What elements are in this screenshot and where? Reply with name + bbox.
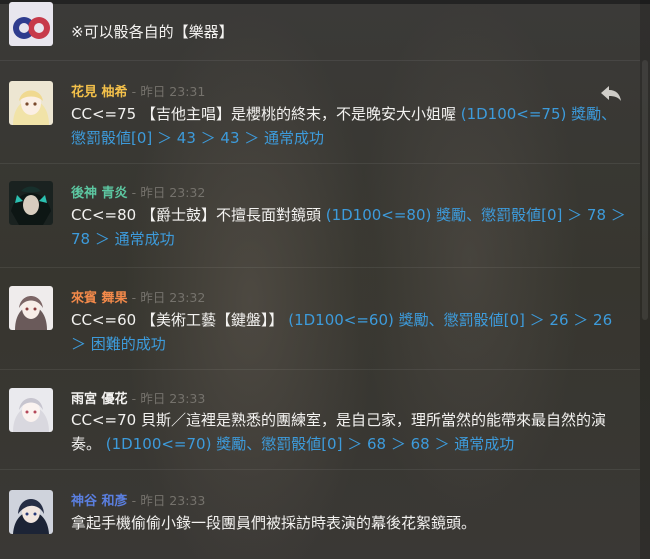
message-body: CC<=80 【爵士鼓】不擅長面對鏡頭 (1D100<=80) 獎勵、懲罰骰値[… — [71, 203, 627, 251]
header-separator: - — [131, 84, 137, 99]
avatar[interactable] — [9, 490, 53, 534]
timestamp[interactable]: 昨日 23:32 — [140, 290, 205, 305]
message-text: 拿起手機偷偷小錄一段團員們被採訪時表演的幕後花絮鏡頭。 — [71, 514, 477, 532]
message-body: ※可以骰各自的【樂器】 — [71, 23, 234, 41]
timestamp[interactable]: 昨日 23:32 — [140, 185, 205, 200]
timestamp[interactable]: 昨日 23:33 — [140, 391, 205, 406]
scrollbar[interactable] — [640, 0, 650, 559]
message-text: CC<=60 【美術工藝【鍵盤】】 — [71, 311, 289, 329]
reply-icon[interactable] — [598, 83, 624, 103]
message-item[interactable]: 後神 青炎 - 昨日 23:32 CC<=80 【爵士鼓】不擅長面對鏡頭 (1D… — [0, 164, 640, 268]
message-item[interactable]: 神谷 和彥 - 昨日 23:33 拿起手機偷偷小錄一段團員們被採訪時表演的幕後花… — [0, 470, 640, 559]
header-separator: - — [131, 391, 137, 406]
author-name[interactable]: 後神 青炎 — [71, 186, 128, 201]
message-body: 拿起手機偷偷小錄一段團員們被採訪時表演的幕後花絮鏡頭。 — [71, 511, 627, 535]
header-separator: - — [131, 290, 137, 305]
message-item[interactable]: 花見 柚希 - 昨日 23:31 CC<=75 【吉他主唱】是櫻桃的終末，不是晚… — [0, 61, 640, 164]
author-name[interactable]: 雨宮 優花 — [71, 392, 128, 407]
avatar[interactable] — [9, 81, 53, 125]
message-text: CC<=75 【吉他主唱】是櫻桃的終末，不是晚安大小姐喔 — [71, 105, 461, 123]
header-separator: - — [131, 185, 137, 200]
dice-roll-result: (1D100<=70) 獎勵、懲罰骰値[0] ＞ 68 ＞ 68 ＞ 通常成功 — [105, 435, 515, 453]
scrollbar-thumb[interactable] — [642, 60, 648, 320]
timestamp[interactable]: 昨日 23:31 — [140, 84, 205, 99]
message-item[interactable]: 來賓 舞果 - 昨日 23:32 CC<=60 【美術工藝【鍵盤】】 (1D10… — [0, 268, 640, 370]
author-name[interactable]: 花見 柚希 — [71, 85, 128, 100]
message-header: 來賓 舞果 - 昨日 23:32 — [71, 287, 205, 307]
avatar[interactable] — [9, 181, 53, 225]
author-name[interactable]: 來賓 舞果 — [71, 291, 128, 306]
message-text: CC<=80 【爵士鼓】不擅長面對鏡頭 — [71, 206, 326, 224]
avatar[interactable] — [9, 2, 53, 46]
message-header: 花見 柚希 - 昨日 23:31 — [71, 81, 205, 101]
message-header: 後神 青炎 - 昨日 23:32 — [71, 182, 205, 202]
header-separator: - — [131, 493, 137, 508]
message-item[interactable]: ※可以骰各自的【樂器】 — [0, 0, 640, 61]
author-name[interactable]: 神谷 和彥 — [71, 494, 128, 509]
message-body: CC<=75 【吉他主唱】是櫻桃的終末，不是晚安大小姐喔 (1D100<=75)… — [71, 102, 627, 150]
timestamp[interactable]: 昨日 23:33 — [140, 493, 205, 508]
message-header: 雨宮 優花 - 昨日 23:33 — [71, 388, 205, 408]
message-item[interactable]: 雨宮 優花 - 昨日 23:33 CC<=70 貝斯／這裡是熟悉的團練室，是自己… — [0, 370, 640, 470]
avatar[interactable] — [9, 388, 53, 432]
message-header: 神谷 和彥 - 昨日 23:33 — [71, 490, 205, 510]
message-body: CC<=70 貝斯／這裡是熟悉的團練室，是自己家，理所當然的能帶來最自然的演奏。… — [71, 408, 627, 456]
message-body: CC<=60 【美術工藝【鍵盤】】 (1D100<=60) 獎勵、懲罰骰値[0]… — [71, 308, 627, 356]
avatar[interactable] — [9, 286, 53, 330]
